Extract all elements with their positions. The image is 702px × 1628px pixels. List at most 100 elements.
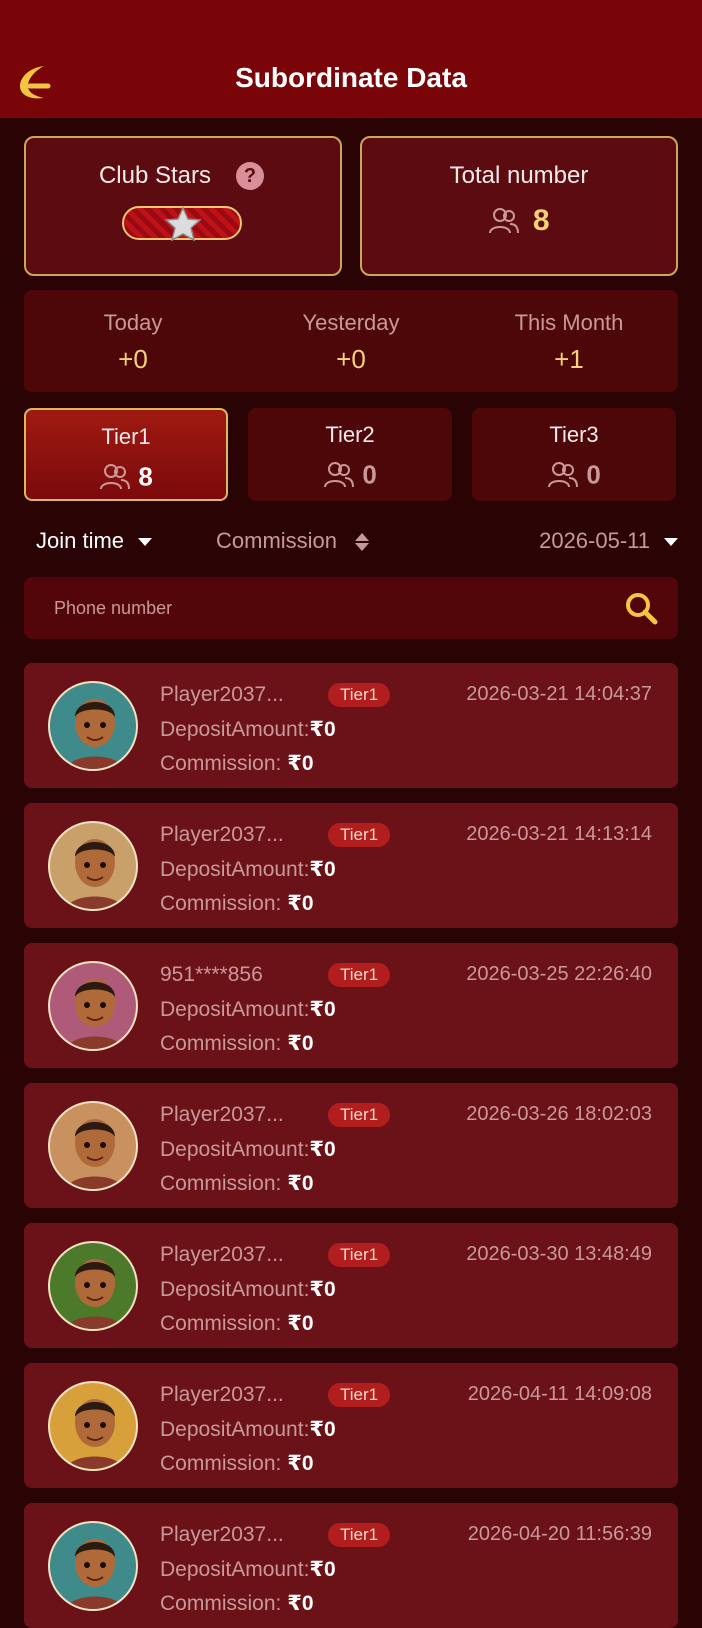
list-item[interactable]: Player2037... Tier1 2026-03-30 13:48:49 … <box>24 1223 678 1348</box>
tier-badge: Tier1 <box>328 1243 391 1267</box>
stat-value: +0 <box>118 344 148 374</box>
chevron-down-icon <box>138 538 153 547</box>
stat-today: Today +0 <box>24 310 242 375</box>
date-filter-label: 2026-05-11 <box>539 528 650 553</box>
join-date: 2026-04-20 11:56:39 <box>467 1523 652 1545</box>
stat-label: Today <box>103 310 163 335</box>
deposit-line: DepositAmount:₹0 <box>160 1137 336 1162</box>
commission-sort-label: Commission <box>216 528 338 553</box>
commission-label: Commission: <box>160 1172 282 1195</box>
deposit-line: DepositAmount:₹0 <box>160 1277 336 1302</box>
deposit-line: DepositAmount:₹0 <box>160 1557 336 1582</box>
deposit-line: DepositAmount:₹0 <box>160 717 336 742</box>
deposit-label: DepositAmount: <box>160 718 310 741</box>
tier-badge: Tier1 <box>328 1523 391 1547</box>
total-number-value-row: 8 <box>362 204 676 238</box>
commission-line: Commission: ₹0 <box>160 891 314 916</box>
star-rating <box>122 206 242 242</box>
commission-line: Commission: ₹0 <box>160 1451 314 1476</box>
avatar <box>48 1381 138 1471</box>
club-stars-label: Club Stars <box>98 162 212 189</box>
deposit-label: DepositAmount: <box>160 1418 310 1441</box>
total-number-card: Total number 8 <box>360 136 678 276</box>
total-number-value: 8 <box>532 204 550 237</box>
tier-badge: Tier1 <box>328 683 391 707</box>
commission-line: Commission: ₹0 <box>160 1311 314 1336</box>
commission-line: Commission: ₹0 <box>160 1031 314 1056</box>
tier-badge: Tier1 <box>328 963 391 987</box>
chevron-down-icon <box>664 538 678 547</box>
stat-this-month: This Month +1 <box>460 310 678 375</box>
avatar <box>48 1241 138 1331</box>
stats-panel: Today +0 Yesterday +0 This Month +1 <box>24 290 678 392</box>
tab-tier2[interactable]: Tier2 0 <box>248 408 452 501</box>
commission-label: Commission: <box>160 1592 282 1615</box>
player-name: 951****856 <box>160 963 263 986</box>
list-item[interactable]: Player2037... Tier1 2026-04-20 11:56:39 … <box>24 1503 678 1628</box>
tier-count: 0 <box>362 459 377 490</box>
tier-count-row: 0 <box>248 458 452 491</box>
join-date: 2026-03-25 22:26:40 <box>466 963 652 985</box>
date-filter[interactable]: 2026-05-11 <box>539 528 678 554</box>
tab-tier3[interactable]: Tier3 0 <box>472 408 676 501</box>
deposit-value: ₹0 <box>309 1558 336 1581</box>
stat-value: +0 <box>336 344 366 374</box>
commission-line: Commission: ₹0 <box>160 751 314 776</box>
deposit-label: DepositAmount: <box>160 1278 310 1301</box>
join-date: 2026-04-11 14:09:08 <box>467 1383 652 1405</box>
app-header: Subordinate Data <box>0 0 702 118</box>
commission-label: Commission: <box>160 1312 282 1335</box>
commission-label: Commission: <box>160 1452 282 1475</box>
club-stars-card: Club Stars ? <box>24 136 342 276</box>
avatar <box>48 1101 138 1191</box>
list-item[interactable]: 951****856 Tier1 2026-03-25 22:26:40 Dep… <box>24 943 678 1068</box>
tier-count-row: 8 <box>26 460 226 493</box>
commission-value: ₹0 <box>287 752 314 775</box>
commission-value: ₹0 <box>287 1172 314 1195</box>
stat-label: Yesterday <box>302 310 400 335</box>
list-item[interactable]: Player2037... Tier1 2026-03-26 18:02:03 … <box>24 1083 678 1208</box>
deposit-value: ₹0 <box>309 1418 336 1441</box>
search-bar <box>24 577 678 639</box>
people-icon <box>324 462 355 488</box>
commission-label: Commission: <box>160 752 282 775</box>
tier-badge: Tier1 <box>328 1103 391 1127</box>
deposit-label: DepositAmount: <box>160 858 310 881</box>
join-time-filter[interactable]: Join time <box>36 528 153 554</box>
commission-sort[interactable]: Commission <box>216 528 371 554</box>
help-icon[interactable]: ? <box>236 162 264 190</box>
join-date: 2026-03-26 18:02:03 <box>466 1103 652 1125</box>
commission-value: ₹0 <box>287 1592 314 1615</box>
avatar <box>48 961 138 1051</box>
deposit-label: DepositAmount: <box>160 1558 310 1581</box>
commission-label: Commission: <box>160 892 282 915</box>
list-item[interactable]: Player2037... Tier1 2026-03-21 14:13:14 … <box>24 803 678 928</box>
join-date: 2026-03-21 14:04:37 <box>466 683 652 705</box>
tier-count: 8 <box>138 461 153 492</box>
deposit-line: DepositAmount:₹0 <box>160 1417 336 1442</box>
commission-value: ₹0 <box>287 1312 314 1335</box>
avatar <box>48 681 138 771</box>
people-icon <box>548 462 579 488</box>
tab-tier1[interactable]: Tier1 8 <box>24 408 228 501</box>
tier-count-row: 0 <box>472 458 676 491</box>
tier-count: 0 <box>586 459 601 490</box>
deposit-value: ₹0 <box>309 1278 336 1301</box>
deposit-line: DepositAmount:₹0 <box>160 857 336 882</box>
commission-value: ₹0 <box>287 1452 314 1475</box>
phone-search-input[interactable] <box>54 593 594 623</box>
list-item[interactable]: Player2037... Tier1 2026-03-21 14:04:37 … <box>24 663 678 788</box>
join-time-label: Join time <box>36 528 125 553</box>
deposit-value: ₹0 <box>309 1138 336 1161</box>
commission-line: Commission: ₹0 <box>160 1591 314 1616</box>
avatar <box>48 1521 138 1611</box>
commission-value: ₹0 <box>287 1032 314 1055</box>
player-name: Player2037... <box>160 1523 284 1546</box>
tier-badge: Tier1 <box>328 1383 391 1407</box>
stat-yesterday: Yesterday +0 <box>242 310 460 375</box>
player-name: Player2037... <box>160 1243 284 1266</box>
search-icon[interactable] <box>624 591 658 630</box>
deposit-label: DepositAmount: <box>160 1138 310 1161</box>
deposit-value: ₹0 <box>309 858 336 881</box>
list-item[interactable]: Player2037... Tier1 2026-04-11 14:09:08 … <box>24 1363 678 1488</box>
